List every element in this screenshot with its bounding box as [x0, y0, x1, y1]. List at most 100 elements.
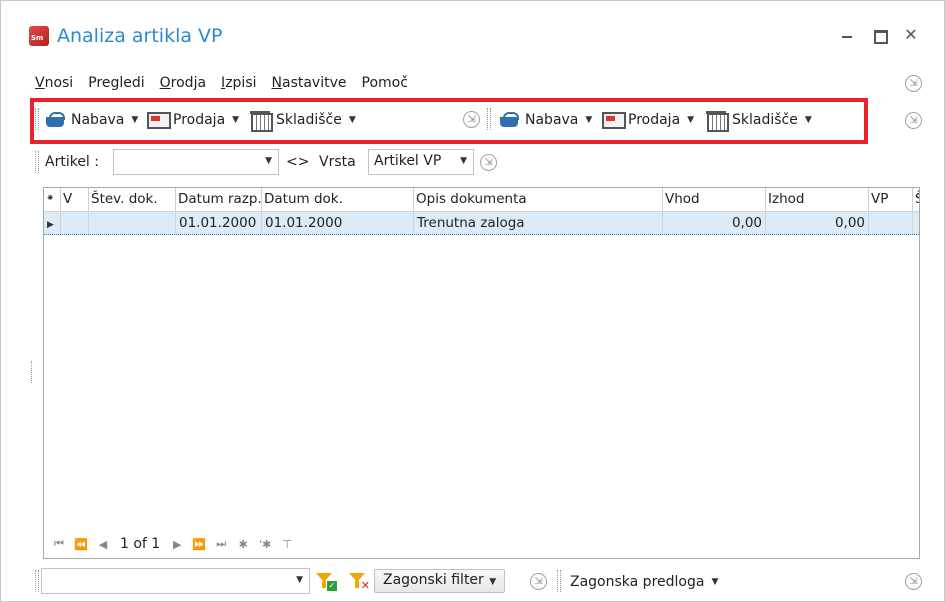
maximize-button[interactable]	[871, 27, 888, 44]
chevron-down-icon: ▼	[348, 115, 356, 125]
title-bar: Analiza artikla VP ✕	[1, 1, 944, 61]
menu-pregledi[interactable]: Pregledi	[88, 73, 152, 95]
chevron-down-icon: ▼	[232, 115, 240, 125]
splitter-grip[interactable]	[31, 361, 33, 383]
menu-nastavitve-label: astavitve	[281, 75, 347, 91]
bottom-grip[interactable]	[557, 570, 561, 592]
artikel-combo[interactable]: ▼	[113, 149, 279, 175]
cell-opis[interactable]: Trenutna zaloga	[414, 212, 663, 234]
filter-grip[interactable]	[35, 151, 39, 173]
chevron-down-icon[interactable]: ▼	[296, 575, 303, 585]
toolbar-options-icon[interactable]: ⇲	[463, 111, 480, 128]
nabava-label: Nabava	[71, 112, 125, 128]
toolbar: Nabava ▼ Prodaja ▼ Skladišče ▼ ⇲ Nabava ▼ Pr…	[35, 105, 865, 135]
close-button[interactable]: ✕	[903, 27, 919, 43]
last-record-button[interactable]: ⏭	[210, 537, 232, 551]
filter-icon[interactable]: ⊤	[276, 538, 298, 551]
cell-v[interactable]	[61, 212, 89, 234]
skladisce-label: Skladišče	[276, 112, 342, 128]
skladisce-label: Skladišče	[732, 112, 798, 128]
skladisce-button[interactable]: Skladišče ▼	[250, 107, 356, 133]
nabava-label: Nabava	[525, 112, 579, 128]
basket-icon	[45, 111, 65, 129]
next-record-button[interactable]: ▶	[166, 538, 188, 551]
apply-filter-icon[interactable]: ✓	[315, 571, 337, 591]
next-page-button[interactable]: ⏩	[188, 538, 210, 551]
menu-nastavitve[interactable]: Nastavitve	[272, 73, 355, 95]
column-header-new[interactable]: ⁕	[44, 188, 61, 212]
app-window: Analiza artikla VP ✕ Vnosi Pregledi Orod…	[0, 0, 945, 602]
nabava-button-2[interactable]: Nabava ▼	[499, 107, 592, 133]
cell-vhod[interactable]: 0,00	[663, 212, 766, 234]
menu-bar: Vnosi Pregledi Orodja Izpisi Nastavitve …	[35, 73, 423, 95]
menu-overflow-icon[interactable]: ⇲	[905, 75, 922, 92]
grid-navigator: ⏮ ⏪ ◀ 1 of 1 ▶ ⏩ ⏭ ✱ '✱ ⊤	[48, 534, 298, 554]
menu-orodja-mnemonic: O	[159, 75, 171, 91]
warehouse-icon	[250, 111, 273, 132]
minimize-button[interactable]	[839, 27, 855, 43]
bottom-overflow-icon[interactable]: ⇲	[905, 573, 922, 590]
toolbar-overflow-icon[interactable]: ⇲	[905, 112, 922, 129]
prodaja-label: Prodaja	[628, 112, 681, 128]
first-record-button[interactable]: ⏮	[48, 537, 70, 551]
cell-stev-dok[interactable]	[89, 212, 176, 234]
column-header-datum-razp[interactable]: Datum razp.	[176, 188, 262, 212]
skladisce-button-2[interactable]: Skladišče ▼	[706, 107, 812, 133]
artikel-label: Artikel :	[45, 154, 99, 170]
column-header-stev-dok[interactable]: Štev. dok.	[89, 188, 176, 212]
monitor-icon	[602, 111, 626, 129]
check-icon: ✓	[327, 581, 337, 591]
cell-datum-razp[interactable]: 01.01.2000	[176, 212, 262, 234]
menu-vnosi-mnemonic: V	[35, 75, 45, 91]
add-record-button[interactable]: ✱	[232, 538, 254, 551]
bottom-grip[interactable]	[35, 570, 39, 592]
menu-orodja[interactable]: Orodja	[160, 73, 214, 95]
prodaja-button-2[interactable]: Prodaja ▼	[602, 107, 694, 133]
toolbar-grip[interactable]	[35, 108, 39, 130]
prodaja-label: Prodaja	[173, 112, 226, 128]
clear-filter-icon[interactable]: ✕	[348, 571, 370, 592]
column-header-opis-dokumenta[interactable]: Opis dokumenta	[414, 188, 663, 212]
column-header-datum-dok[interactable]: Datum dok.	[262, 188, 414, 212]
zagonski-filter-label: Zagonski filter	[383, 572, 484, 588]
prev-page-button[interactable]: ⏪	[70, 538, 92, 551]
toolbar-grip[interactable]	[487, 108, 491, 130]
zagonska-predloga-button[interactable]: Zagonska predloga ▼	[570, 569, 718, 595]
row-indicator-glyph: ▶	[47, 220, 54, 230]
menu-nastavitve-mnemonic: N	[271, 75, 282, 91]
table-row[interactable]: ▶ 01.01.2000 01.01.2000 Trenutna zaloga …	[44, 212, 919, 235]
chevron-down-icon[interactable]: ▼	[265, 156, 272, 166]
cell-s[interactable]	[913, 212, 919, 234]
x-icon: ✕	[360, 579, 370, 592]
column-header-s[interactable]: Š	[913, 188, 919, 212]
swap-symbol[interactable]: <>	[286, 154, 309, 170]
page-indicator: 1 of 1	[120, 536, 161, 552]
zagonski-filter-button[interactable]: Zagonski filter ▼	[374, 569, 506, 593]
menu-vnosi[interactable]: Vnosi	[35, 73, 81, 95]
column-header-vhod[interactable]: Vhod	[663, 188, 766, 212]
filter-combo[interactable]: ▼	[41, 568, 310, 594]
cell-izhod[interactable]: 0,00	[766, 212, 869, 234]
filter-row: Artikel : ▼ <> Vrsta Artikel VP ▼ ⇲	[35, 149, 915, 177]
chevron-down-icon[interactable]: ▼	[460, 156, 467, 166]
cell-datum-dok[interactable]: 01.01.2000	[262, 212, 414, 234]
prodaja-button[interactable]: Prodaja ▼	[147, 107, 239, 133]
zagonska-predloga-label: Zagonska predloga	[570, 574, 705, 590]
basket-icon	[499, 111, 519, 129]
monitor-icon	[147, 111, 171, 129]
copy-record-button[interactable]: '✱	[254, 538, 276, 551]
menu-izpisi[interactable]: Izpisi	[221, 73, 264, 95]
filter-options-icon[interactable]: ⇲	[480, 154, 497, 171]
bottom-options-icon[interactable]: ⇲	[530, 573, 547, 590]
column-header-vp[interactable]: VP	[869, 188, 913, 212]
chevron-down-icon: ▼	[131, 115, 139, 125]
vrsta-combo[interactable]: Artikel VP ▼	[368, 149, 474, 175]
column-header-v[interactable]: V	[61, 188, 89, 212]
column-header-izhod[interactable]: Izhod	[766, 188, 869, 212]
prev-record-button[interactable]: ◀	[92, 538, 114, 551]
nabava-button[interactable]: Nabava ▼	[45, 107, 138, 133]
menu-orodja-label: rodja	[170, 75, 207, 91]
app-logo-icon	[29, 26, 49, 46]
cell-vp[interactable]	[869, 212, 913, 234]
menu-pomoc[interactable]: Pomoč	[362, 73, 416, 95]
